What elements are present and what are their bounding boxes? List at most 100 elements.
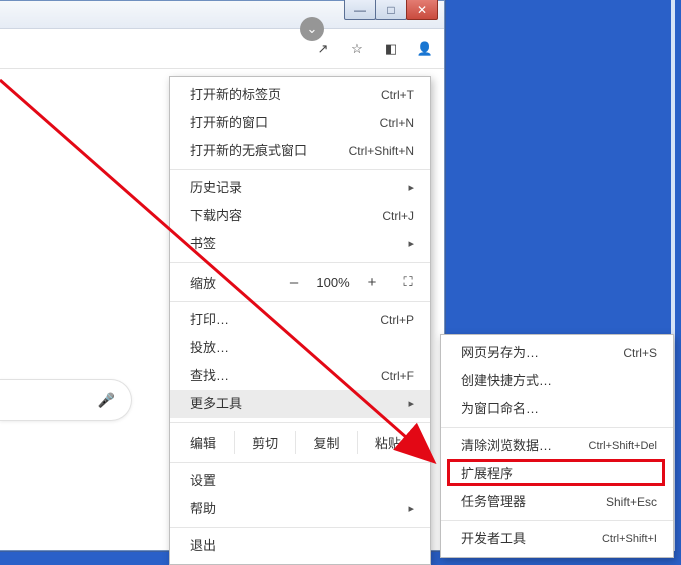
menu-label: 退出 [190,536,414,556]
cut-button[interactable]: 剪切 [234,431,295,454]
menu-label: 清除浏览数据… [461,436,589,456]
zoom-value: 100% [310,275,356,290]
menu-label: 书签 [190,234,400,254]
paste-label: 粘贴 [375,436,401,451]
menu-new-window[interactable]: 打开新的窗口Ctrl+N [170,109,430,137]
minimize-icon: — [354,3,366,17]
star-icon: ☆ [351,41,363,57]
share-button[interactable]: ↗ [312,38,334,60]
shortcut: Ctrl+P [380,310,414,330]
share-icon: ↗ [318,41,329,57]
submenu-extensions[interactable]: 扩展程序 [441,460,673,488]
menu-label: 打开新的窗口 [190,113,380,133]
menu-settings[interactable]: 设置 [170,467,430,495]
menu-separator [441,427,673,428]
shortcut: Ctrl+Shift+I [602,529,657,549]
menu-history[interactable]: 历史记录▸ [170,174,430,202]
menu-label: 投放… [190,338,414,358]
shortcut: Ctrl+S [623,343,657,363]
submenu-name-window[interactable]: 为窗口命名… [441,395,673,423]
menu-label: 网页另存为… [461,343,623,363]
tab-collapse-button[interactable]: ⌄ [300,17,324,41]
menu-incognito[interactable]: 打开新的无痕式窗口Ctrl+Shift+N [170,137,430,165]
shortcut: Ctrl+F [381,366,414,386]
close-icon: ✕ [417,3,427,17]
menu-help[interactable]: 帮助▸ [170,495,430,523]
menu-new-tab[interactable]: 打开新的标签页Ctrl+T [170,81,430,109]
submenu-create-shortcut[interactable]: 创建快捷方式… [441,367,673,395]
mic-icon[interactable]: 🎤 [98,392,115,409]
chevron-right-icon: ▸ [400,499,414,519]
chevron-right-icon: ▸ [400,234,414,254]
menu-bookmarks[interactable]: 书签▸ [170,230,430,258]
submenu-task-manager[interactable]: 任务管理器Shift+Esc [441,488,673,516]
menu-cast[interactable]: 投放… [170,334,430,362]
plus-icon: + [368,274,377,291]
panel-icon: ◧ [385,41,397,57]
chevron-right-icon: ▸ [400,178,414,198]
menu-separator [170,527,430,528]
copy-button[interactable]: 复制 [295,431,356,454]
fullscreen-icon: ⛶ [403,274,412,289]
shortcut: Ctrl+T [381,85,414,105]
menu-label: 更多工具 [190,394,400,414]
chevron-right-icon: ▸ [400,394,414,414]
more-tools-submenu: 网页另存为…Ctrl+S 创建快捷方式… 为窗口命名… 清除浏览数据…Ctrl+… [440,334,674,558]
shortcut: Shift+Esc [606,492,657,512]
maximize-button[interactable]: □ [375,0,407,20]
profile-icon: 👤 [417,41,433,57]
zoom-out-button[interactable]: – [282,271,306,293]
shortcut: Ctrl+Shift+N [349,141,414,161]
fullscreen-button[interactable]: ⛶ [396,274,420,290]
menu-label: 帮助 [190,499,400,519]
browser-toolbar: ↗ ☆ ◧ 👤 ⋮ [0,29,444,69]
bookmark-button[interactable]: ☆ [346,38,368,60]
close-button[interactable]: ✕ [406,0,438,20]
menu-label: 下载内容 [190,206,382,226]
menu-downloads[interactable]: 下载内容Ctrl+J [170,202,430,230]
side-panel-button[interactable]: ◧ [380,38,402,60]
menu-label: 历史记录 [190,178,400,198]
menu-more-tools[interactable]: 更多工具▸ [170,390,430,418]
menu-separator [170,169,430,170]
window-controls: — □ ✕ [345,0,438,20]
window-titlebar: ⌄ — □ ✕ [0,1,444,29]
menu-separator [441,520,673,521]
menu-label: 开发者工具 [461,529,602,549]
cut-label: 剪切 [252,436,278,451]
copy-label: 复制 [313,436,339,451]
submenu-dev-tools[interactable]: 开发者工具Ctrl+Shift+I [441,525,673,553]
menu-zoom: 缩放 – 100% + ⛶ [170,267,430,297]
menu-print[interactable]: 打印…Ctrl+P [170,306,430,334]
submenu-clear-data[interactable]: 清除浏览数据…Ctrl+Shift+Del [441,432,673,460]
menu-label: 创建快捷方式… [461,371,657,391]
paste-button[interactable]: 粘贴 [357,431,418,454]
menu-label: 任务管理器 [461,492,606,512]
chevron-down-icon: ⌄ [307,21,318,37]
shortcut: Ctrl+Shift+Del [589,436,657,456]
zoom-in-button[interactable]: + [360,271,384,293]
maximize-icon: □ [387,3,394,17]
menu-separator [170,462,430,463]
menu-label: 为窗口命名… [461,399,657,419]
menu-find[interactable]: 查找…Ctrl+F [170,362,430,390]
minimize-button[interactable]: — [344,0,376,20]
menu-label: 扩展程序 [461,464,657,484]
menu-separator [170,262,430,263]
search-box[interactable]: 🎤 [0,379,132,421]
zoom-label: 缩放 [190,273,278,292]
shortcut: Ctrl+J [382,206,414,226]
menu-edit: 编辑 剪切 复制 粘贴 [170,427,430,458]
submenu-save-as[interactable]: 网页另存为…Ctrl+S [441,339,673,367]
minus-icon: – [290,274,298,291]
menu-separator [170,301,430,302]
shortcut: Ctrl+N [380,113,414,133]
menu-label: 打印… [190,310,380,330]
menu-label: 设置 [190,471,414,491]
menu-separator [170,422,430,423]
menu-exit[interactable]: 退出 [170,532,430,560]
profile-button[interactable]: 👤 [414,38,436,60]
menu-label: 打开新的标签页 [190,85,381,105]
menu-label: 打开新的无痕式窗口 [190,141,349,161]
menu-label: 查找… [190,366,381,386]
